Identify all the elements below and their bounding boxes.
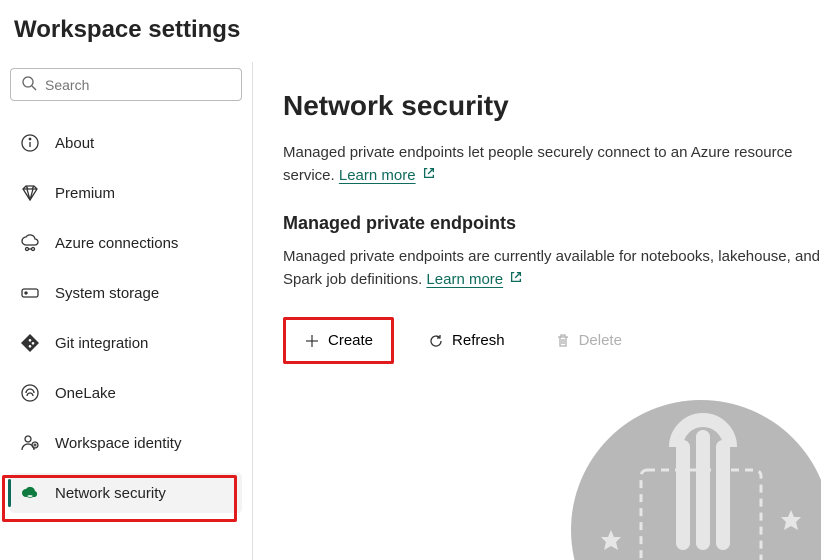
sidebar-item-premium[interactable]: Premium (10, 173, 242, 213)
refresh-icon (428, 333, 444, 349)
plus-icon (304, 333, 320, 349)
delete-label: Delete (579, 332, 622, 349)
sidebar-item-azure[interactable]: Azure connections (10, 223, 242, 263)
cloud-lock-icon (20, 483, 40, 503)
sidebar-item-network-security[interactable]: Network security (10, 473, 242, 513)
sidebar: About Premium Azure connections System s… (0, 62, 253, 560)
trash-icon (555, 333, 571, 349)
sidebar-item-onelake[interactable]: OneLake (10, 373, 242, 413)
create-button[interactable]: Create (283, 317, 394, 364)
learn-more-link-2[interactable]: Learn more (426, 269, 523, 292)
info-icon (20, 133, 40, 153)
sidebar-item-label: Git integration (55, 335, 148, 352)
diamond-icon (20, 183, 40, 203)
section-text: Managed private endpoints are currently … (283, 246, 821, 291)
sidebar-item-about[interactable]: About (10, 123, 242, 163)
refresh-label: Refresh (452, 332, 505, 349)
sidebar-item-label: Workspace identity (55, 435, 181, 452)
external-link-icon (422, 165, 436, 188)
intro-text: Managed private endpoints let people sec… (283, 142, 821, 187)
main-heading: Network security (283, 90, 821, 122)
search-box[interactable] (10, 68, 242, 101)
section-title: Managed private endpoints (283, 213, 821, 234)
sidebar-item-storage[interactable]: System storage (10, 273, 242, 313)
toolbar: Create Refresh Delete (283, 317, 821, 364)
search-icon (21, 75, 37, 94)
sidebar-item-identity[interactable]: Workspace identity (10, 423, 242, 463)
git-icon (20, 333, 40, 353)
sidebar-item-label: Azure connections (55, 235, 178, 252)
sidebar-item-label: About (55, 135, 94, 152)
cloud-link-icon (20, 233, 40, 253)
main-content: Network security Managed private endpoin… (253, 62, 821, 560)
identity-icon (20, 433, 40, 453)
sidebar-item-git[interactable]: Git integration (10, 323, 242, 363)
search-input[interactable] (45, 77, 231, 93)
external-link-icon (509, 269, 523, 292)
create-label: Create (328, 332, 373, 349)
learn-more-link[interactable]: Learn more (339, 165, 436, 188)
sidebar-item-label: Premium (55, 185, 115, 202)
sidebar-item-label: OneLake (55, 385, 116, 402)
empty-state-graphic (541, 380, 821, 560)
delete-button: Delete (539, 322, 638, 359)
storage-icon (20, 283, 40, 303)
onelake-icon (20, 383, 40, 403)
sidebar-item-label: System storage (55, 285, 159, 302)
refresh-button[interactable]: Refresh (412, 322, 521, 359)
page-title: Workspace settings (0, 0, 821, 62)
sidebar-item-label: Network security (55, 485, 166, 502)
